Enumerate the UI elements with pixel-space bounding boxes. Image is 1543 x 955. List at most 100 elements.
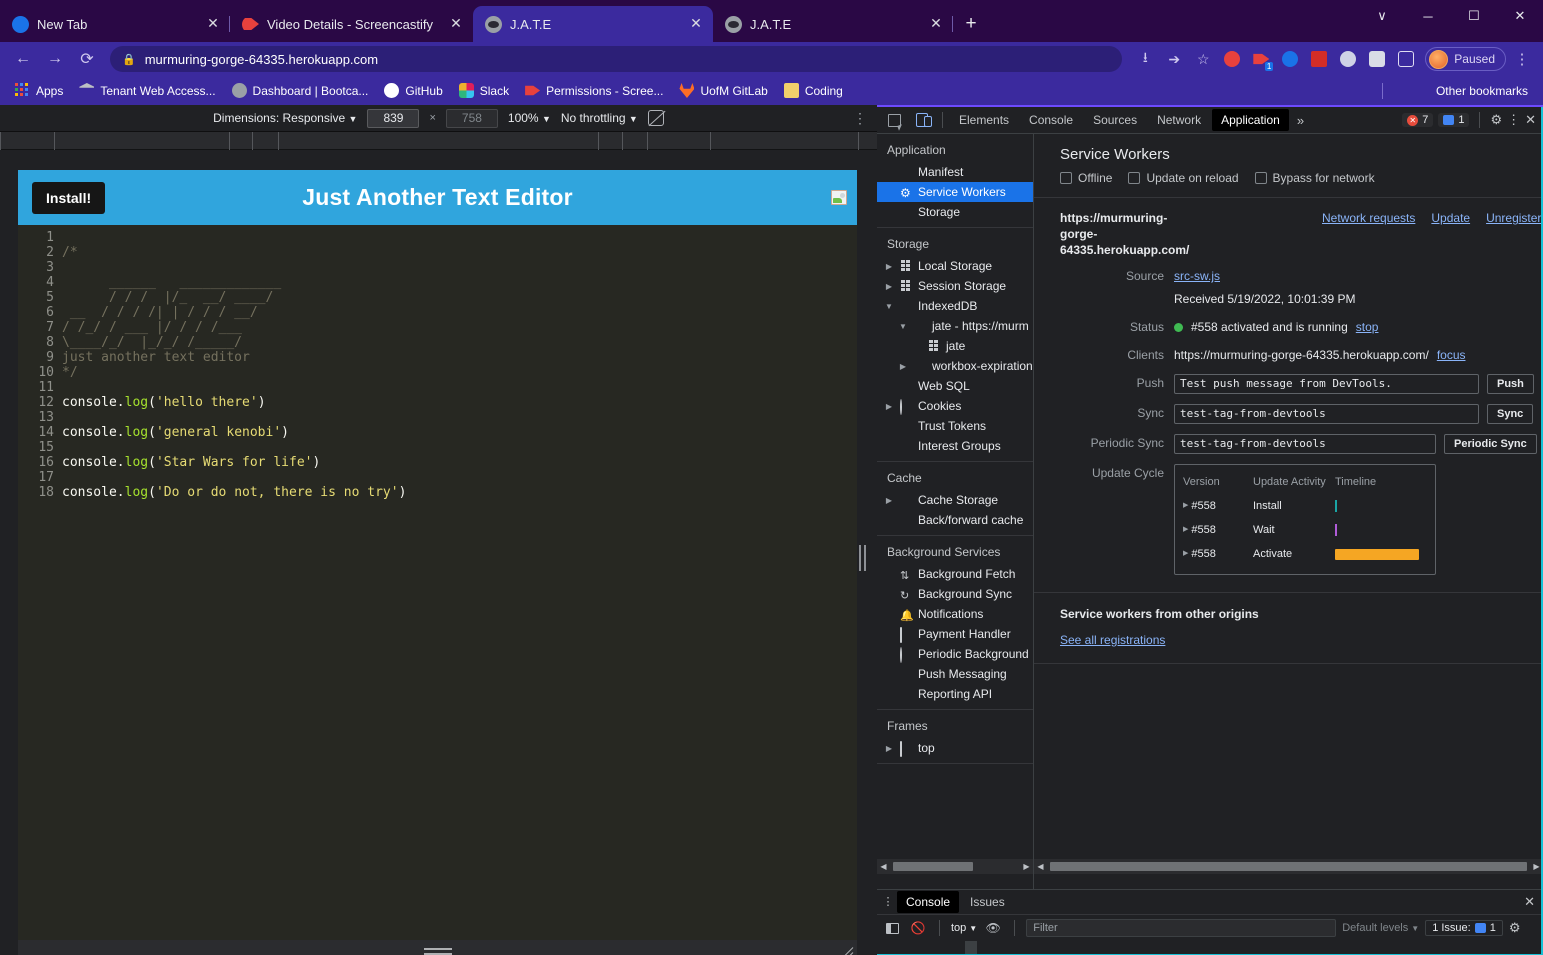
sidebar-hscrollbar[interactable]: ◀ ▶ bbox=[877, 859, 1034, 874]
window-minimize-all-icon[interactable]: ∨ bbox=[1359, 0, 1405, 32]
throttling-select[interactable]: No throttling ▼ bbox=[561, 111, 638, 125]
back-icon[interactable]: ← bbox=[8, 45, 38, 73]
chevron-right-icon[interactable]: ▶ bbox=[883, 282, 895, 291]
chevron-right-icon[interactable]: ▶ bbox=[897, 362, 909, 371]
chevron-right-icon[interactable]: ▶ bbox=[1183, 497, 1188, 515]
resize-corner-icon[interactable] bbox=[839, 944, 854, 955]
issues-badge[interactable]: 1 Issue: 1 bbox=[1425, 920, 1503, 936]
extensions-puzzle-icon[interactable] bbox=[1364, 46, 1390, 72]
devtools-more-icon[interactable]: ⋮ bbox=[1507, 112, 1520, 128]
sidebar-item-manifest[interactable]: Manifest bbox=[877, 162, 1033, 182]
chevron-right-icon[interactable]: ▶ bbox=[883, 262, 895, 271]
tab-application[interactable]: Application bbox=[1212, 109, 1289, 131]
log-levels-select[interactable]: Default levels ▼ bbox=[1342, 922, 1419, 934]
window-minimize-icon[interactable]: ─ bbox=[1405, 0, 1451, 32]
sidebar-item-indexeddb[interactable]: ▼ IndexedDB bbox=[877, 296, 1033, 316]
tab-close-button[interactable]: ✕ bbox=[687, 15, 705, 33]
browser-tab-3[interactable]: J.A.T.E ✕ bbox=[713, 6, 953, 42]
main-hscrollbar[interactable]: ◀ ▶ bbox=[1034, 859, 1543, 874]
bookmark-permissions[interactable]: Permissions - Scree... bbox=[518, 80, 670, 101]
bypass-for-network-checkbox[interactable]: Bypass for network bbox=[1254, 171, 1375, 185]
clear-console-icon[interactable]: 🚫 bbox=[908, 919, 928, 937]
warning-count-badge[interactable]: 1 bbox=[1438, 113, 1470, 127]
sync-button[interactable]: Sync bbox=[1487, 404, 1534, 424]
bookmark-github[interactable]: GitHub bbox=[377, 80, 449, 101]
sidebar-item-jate[interactable]: jate bbox=[877, 336, 1033, 356]
screencastify-extension-icon[interactable]: 1 bbox=[1248, 46, 1274, 72]
react-devtools-extension-icon[interactable] bbox=[1335, 46, 1361, 72]
bookmark-coding[interactable]: Coding bbox=[777, 80, 850, 101]
window-maximize-icon[interactable]: ☐ bbox=[1451, 0, 1497, 32]
sidebar-item-periodic-background[interactable]: Periodic Background bbox=[877, 644, 1033, 664]
focus-link[interactable]: focus bbox=[1437, 346, 1466, 364]
rotate-icon[interactable] bbox=[647, 110, 664, 126]
periodic-sync-button[interactable]: Periodic Sync bbox=[1444, 434, 1537, 454]
settings-gear-icon[interactable]: ⚙ bbox=[1490, 112, 1502, 128]
install-button[interactable]: Install! bbox=[32, 181, 106, 214]
source-file-link[interactable]: src-sw.js bbox=[1174, 267, 1220, 285]
other-bookmarks-button[interactable]: Other bookmarks bbox=[1423, 81, 1535, 101]
browser-tab-0[interactable]: New Tab ✕ bbox=[0, 6, 230, 42]
sidebar-item-interest-groups[interactable]: Interest Groups bbox=[877, 436, 1033, 456]
devtools-close-icon[interactable]: ✕ bbox=[1525, 112, 1536, 128]
console-sidebar-icon[interactable] bbox=[882, 919, 902, 937]
update-cycle-row[interactable]: ▶ #558 Install bbox=[1175, 494, 1435, 518]
live-expression-eye-icon[interactable]: 👁 bbox=[983, 919, 1003, 937]
tab-close-button[interactable]: ✕ bbox=[927, 15, 945, 33]
sidebar-item-notifications[interactable]: 🔔 Notifications bbox=[877, 604, 1033, 624]
error-count-badge[interactable]: ✕ 7 bbox=[1402, 113, 1434, 127]
update-cycle-row[interactable]: ▶ #558 Wait bbox=[1175, 518, 1435, 542]
chevron-right-icon[interactable]: ▶ bbox=[1183, 545, 1188, 563]
sync-input[interactable]: test-tag-from-devtools bbox=[1174, 404, 1479, 424]
drawer-tab-console[interactable]: Console bbox=[897, 891, 960, 913]
sidebar-item-session-storage[interactable]: ▶ Session Storage bbox=[877, 276, 1033, 296]
console-settings-gear-icon[interactable]: ⚙ bbox=[1509, 920, 1521, 936]
adblock-extension-icon[interactable] bbox=[1219, 46, 1245, 72]
browser-tab-1[interactable]: Video Details - Screencastify ✕ bbox=[230, 6, 473, 42]
tab-network[interactable]: Network bbox=[1148, 109, 1210, 131]
tab-sources[interactable]: Sources bbox=[1084, 109, 1146, 131]
zoom-select[interactable]: 100% ▼ bbox=[508, 111, 551, 125]
bookmark-star-icon[interactable]: ☆ bbox=[1190, 46, 1216, 72]
sidebar-item-back-forward-cache[interactable]: Back/forward cache bbox=[877, 510, 1033, 530]
tab-close-button[interactable]: ✕ bbox=[447, 15, 465, 33]
chevron-down-icon[interactable]: ▼ bbox=[897, 322, 909, 331]
sidebar-item-web-sql[interactable]: Web SQL bbox=[877, 376, 1033, 396]
chrome-menu-icon[interactable]: ⋮ bbox=[1509, 46, 1535, 72]
scroll-left-icon[interactable]: ◀ bbox=[877, 862, 890, 871]
bookmark-apps[interactable]: Apps bbox=[8, 80, 70, 101]
execution-context-select[interactable]: top ▼ bbox=[951, 922, 977, 934]
viewport-resize-bar[interactable] bbox=[18, 940, 857, 955]
device-toggle-icon[interactable] bbox=[909, 109, 935, 131]
viewport-width-input[interactable]: 839 bbox=[367, 108, 420, 128]
update-on-reload-checkbox[interactable]: Update on reload bbox=[1128, 171, 1239, 185]
drawer-tab-issues[interactable]: Issues bbox=[961, 891, 1014, 913]
dimensions-select[interactable]: Dimensions: Responsive ▼ bbox=[213, 111, 357, 125]
bookmark-uofm-gitlab[interactable]: UofM GitLab bbox=[672, 80, 774, 101]
code-editor[interactable]: 1 2/* 3 4 ______ _____________ 5 / / / |/_ _… bbox=[18, 225, 857, 500]
scroll-right-icon[interactable]: ▶ bbox=[1020, 862, 1033, 871]
sidebar-item-top[interactable]: ▶ top bbox=[877, 738, 1033, 758]
sidebar-item-storage[interactable]: Storage bbox=[877, 202, 1033, 222]
chevron-right-icon[interactable]: ▶ bbox=[883, 496, 895, 505]
drawer-menu-icon[interactable]: ⋮ bbox=[881, 897, 895, 908]
tab-close-button[interactable]: ✕ bbox=[204, 15, 222, 33]
console-scroll-stepper[interactable] bbox=[965, 941, 977, 954]
address-bar[interactable]: 🔒 murmuring-gorge-64335.herokuapp.com bbox=[110, 46, 1123, 72]
device-toolbar-more-icon[interactable]: ⋮ bbox=[853, 110, 867, 127]
chevron-down-icon[interactable]: ▼ bbox=[883, 302, 895, 311]
push-button[interactable]: Push bbox=[1487, 374, 1534, 394]
sidebar-item-cookies[interactable]: ▶ Cookies bbox=[877, 396, 1033, 416]
update-cycle-row[interactable]: ▶ #558 Activate bbox=[1175, 542, 1435, 566]
tab-console[interactable]: Console bbox=[1020, 109, 1082, 131]
sidebar-item-local-storage[interactable]: ▶ Local Storage bbox=[877, 256, 1033, 276]
forward-icon[interactable]: → bbox=[40, 45, 70, 73]
lastpass-extension-icon[interactable] bbox=[1306, 46, 1332, 72]
grammarly-extension-icon[interactable] bbox=[1277, 46, 1303, 72]
window-close-icon[interactable]: ✕ bbox=[1497, 0, 1543, 32]
sidebar-item-background-fetch[interactable]: ⇅ Background Fetch bbox=[877, 564, 1033, 584]
side-panel-icon[interactable] bbox=[1393, 46, 1419, 72]
browser-tab-2[interactable]: J.A.T.E ✕ bbox=[473, 6, 713, 42]
unregister-link[interactable]: Unregister bbox=[1486, 211, 1541, 225]
sidebar-item-jate-https-murm[interactable]: ▼ jate - https://murm bbox=[877, 316, 1033, 336]
